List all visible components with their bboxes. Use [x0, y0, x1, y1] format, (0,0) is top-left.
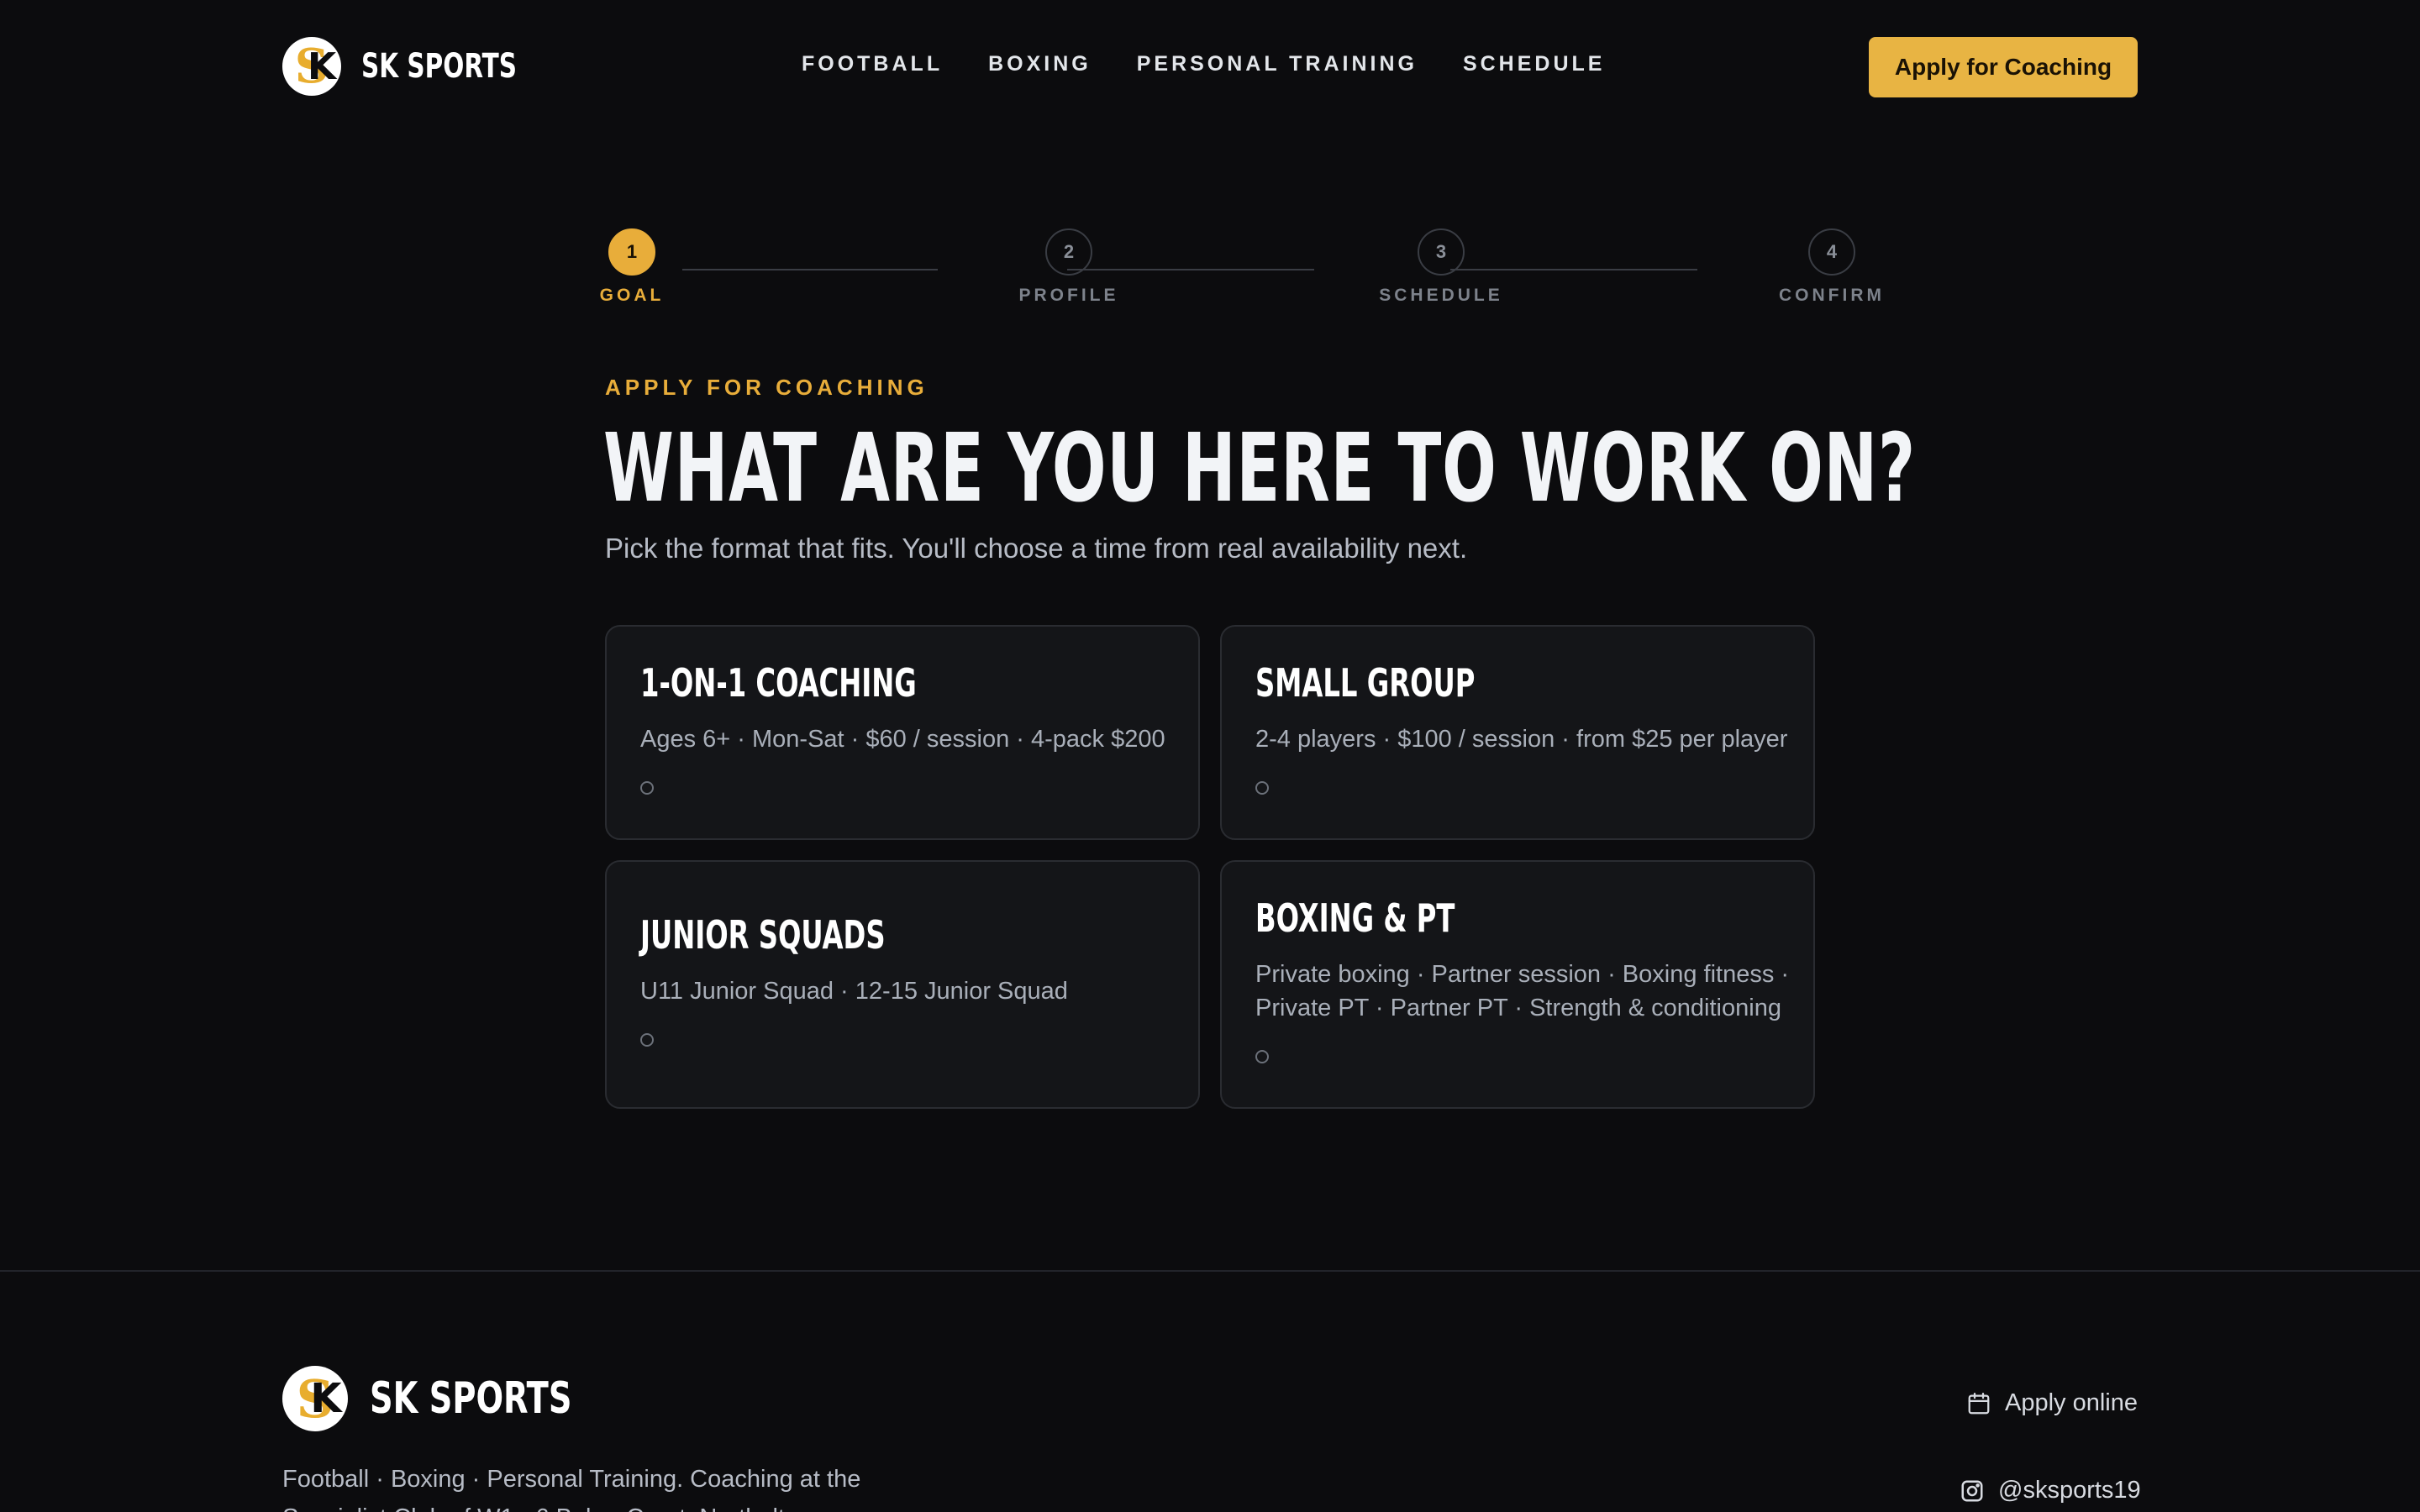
option-title: SMALL GROUP: [1255, 660, 1476, 706]
site-header: S K SK SPORTS FOOTBALL BOXING PERSONAL T…: [0, 0, 2420, 133]
step-connector: [682, 269, 938, 270]
option-card-boxing-pt[interactable]: BOXING & PT Private boxing · Partner ses…: [1220, 860, 1815, 1109]
option-description: Ages 6+ · Mon-Sat · $60 / session · 4-pa…: [640, 726, 1165, 753]
step-goal: 1 GOAL: [565, 228, 699, 306]
footer-description: Football · Boxing · Personal Training. C…: [282, 1466, 861, 1512]
apply-online-link[interactable]: Apply online: [1966, 1389, 2138, 1417]
step-confirm: 4 CONFIRM: [1765, 228, 1899, 306]
option-description: U11 Junior Squad · 12-15 Junior Squad: [640, 978, 1068, 1005]
step-profile: 2 PROFILE: [1002, 228, 1136, 306]
option-card-small-group[interactable]: SMALL GROUP 2-4 players · $100 / session…: [1220, 625, 1815, 840]
brand-name: SK SPORTS: [361, 47, 517, 86]
step-label: GOAL: [599, 286, 665, 305]
option-title: BOXING & PT: [1255, 895, 1455, 941]
option-card-junior-squads[interactable]: JUNIOR SQUADS U11 Junior Squad · 12-15 J…: [605, 860, 1200, 1109]
nav-item-personal-training[interactable]: PERSONAL TRAINING: [1137, 52, 1418, 76]
main-nav: FOOTBALL BOXING PERSONAL TRAINING SCHEDU…: [802, 52, 1650, 76]
step-number: 2: [1045, 228, 1092, 276]
step-number: 1: [608, 228, 655, 276]
step-label: CONFIRM: [1779, 286, 1885, 305]
option-description: 2-4 players · $100 / session · from $25 …: [1255, 726, 1788, 753]
nav-item-football[interactable]: FOOTBALL: [802, 52, 943, 76]
option-title: JUNIOR SQUADS: [640, 912, 886, 958]
nav-item-schedule[interactable]: SCHEDULE: [1463, 52, 1606, 76]
option-radio[interactable]: [640, 1033, 654, 1047]
option-radio[interactable]: [1255, 781, 1269, 795]
step-label: PROFILE: [1018, 286, 1119, 305]
instagram-link[interactable]: @sksports19: [1960, 1477, 2141, 1504]
section-eyebrow: APPLY FOR COACHING: [605, 375, 929, 400]
footer-brand-name: SK SPORTS: [370, 1373, 572, 1424]
brand-logo-link[interactable]: S K SK SPORTS: [282, 37, 551, 96]
nav-item-boxing[interactable]: BOXING: [988, 52, 1092, 76]
apply-online-label: Apply online: [2005, 1389, 2138, 1416]
instagram-icon: [1961, 1480, 1983, 1501]
step-number: 4: [1808, 228, 1855, 276]
apply-coaching-button[interactable]: Apply for Coaching: [1869, 37, 2138, 97]
step-schedule: 3 SCHEDULE: [1374, 228, 1508, 306]
progress-stepper: 1 GOAL 2 PROFILE 3 SCHEDULE 4 CONFIRM: [600, 228, 1881, 312]
footer-brand[interactable]: S K SK SPORTS: [282, 1366, 616, 1431]
page-subtitle: Pick the format that fits. You'll choose…: [605, 533, 1468, 564]
option-radio[interactable]: [1255, 1050, 1269, 1063]
option-title: 1-ON-1 COACHING: [640, 660, 917, 706]
step-label: SCHEDULE: [1379, 286, 1503, 305]
option-description: Private boxing · Partner session · Boxin…: [1255, 961, 1790, 1021]
instagram-handle: @sksports19: [1998, 1477, 2141, 1504]
step-number: 3: [1418, 228, 1465, 276]
footer-divider: [0, 1270, 2420, 1272]
option-card-1on1[interactable]: 1-ON-1 COACHING Ages 6+ · Mon-Sat · $60 …: [605, 625, 1200, 840]
option-radio[interactable]: [640, 781, 654, 795]
sk-logo-icon: S K: [282, 37, 341, 96]
page-title: WHAT ARE YOU HERE TO WORK ON?: [603, 414, 1916, 523]
sk-logo-icon: S K: [282, 1366, 348, 1431]
calendar-icon: [1968, 1392, 1990, 1414]
